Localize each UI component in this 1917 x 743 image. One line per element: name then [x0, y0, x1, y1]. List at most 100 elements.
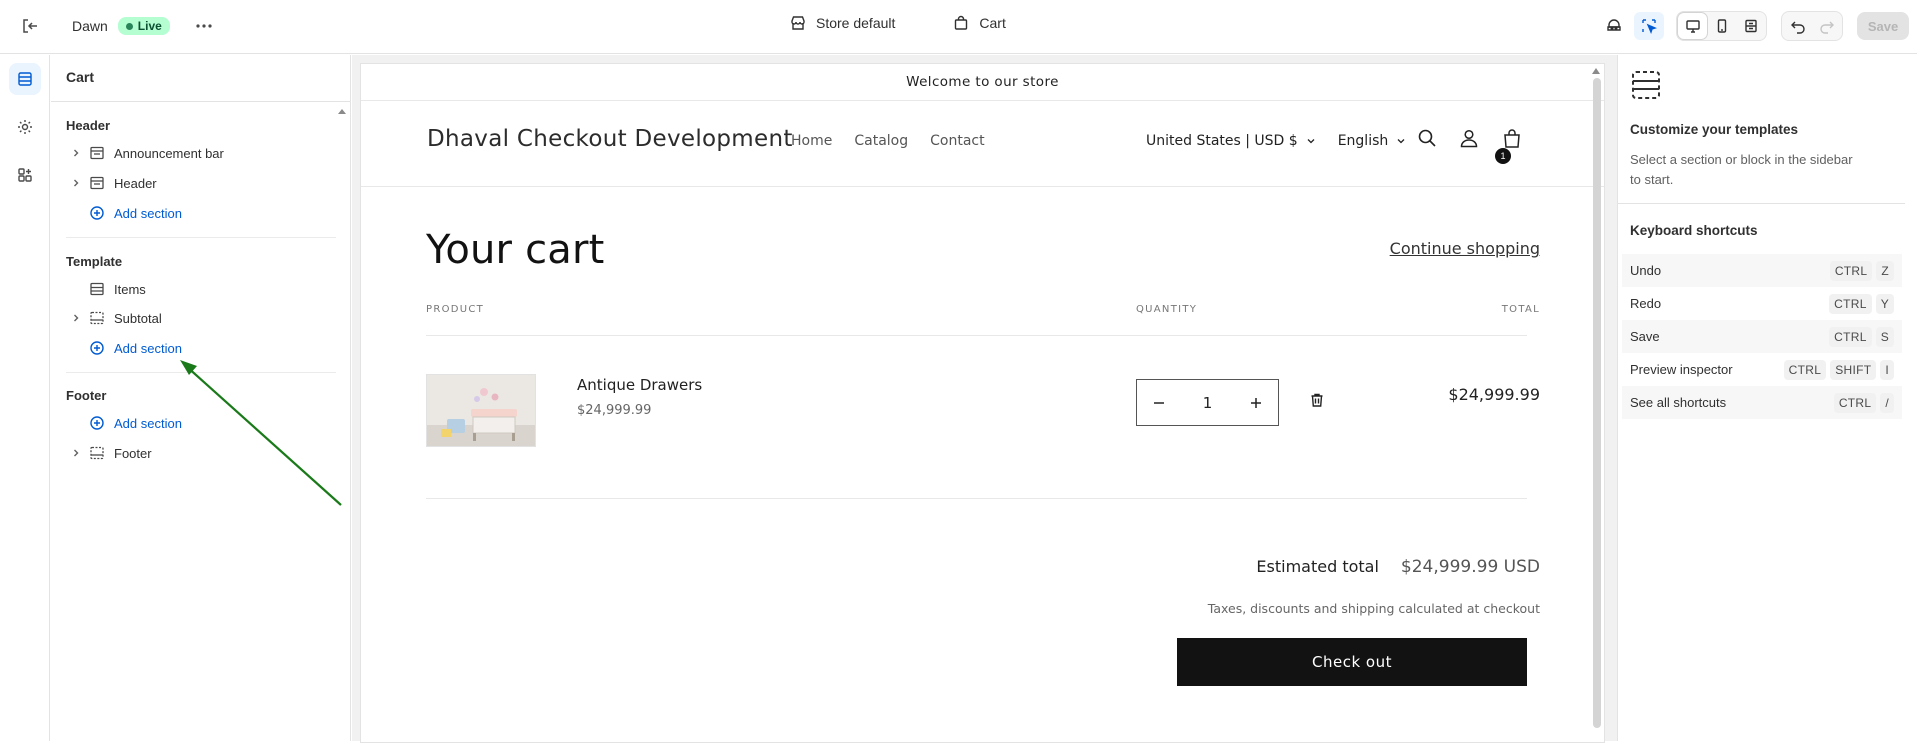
product-photo-icon	[427, 375, 535, 446]
sidebar-item-subtotal[interactable]: Subtotal	[66, 306, 336, 330]
nav-home[interactable]: Home	[791, 133, 832, 149]
shortcuts-list: Undo CTRL Z Redo CTRL Y Save CTRL S Preview…	[1622, 254, 1902, 419]
store-header[interactable]: Dhaval Checkout Development Home Catalog…	[361, 101, 1604, 187]
shortcuts-title: Keyboard shortcuts	[1630, 223, 1758, 238]
localization: United States | USD $ English	[1146, 133, 1406, 149]
divider	[51, 101, 351, 102]
mobile-icon[interactable]	[1707, 13, 1736, 39]
minus-icon[interactable]	[1153, 397, 1165, 409]
shortcut-row: Undo CTRL Z	[1622, 254, 1902, 287]
chevron-right-icon[interactable]	[66, 178, 86, 188]
key: CTRL	[1829, 293, 1872, 314]
store-logo[interactable]: Dhaval Checkout Development	[427, 126, 793, 152]
product-name[interactable]: Antique Drawers	[577, 376, 702, 394]
plus-circle-icon	[86, 340, 108, 356]
divider	[1618, 203, 1905, 204]
section-icon	[86, 175, 108, 191]
chevron-right-icon[interactable]	[66, 148, 86, 158]
live-label: Live	[137, 19, 162, 33]
key: SHIFT	[1830, 359, 1877, 380]
divider	[66, 372, 336, 373]
apps-icon[interactable]	[9, 159, 41, 191]
shortcut-row: See all shortcuts CTRL /	[1622, 386, 1902, 419]
panel-title: Customize your templates	[1630, 122, 1799, 137]
sidebar-item-announcement-bar[interactable]: Announcement bar	[66, 141, 336, 165]
key: /	[1880, 392, 1894, 413]
product-price: $24,999.99	[577, 403, 652, 418]
estimated-total: Estimated total $24,999.99 USD	[1256, 557, 1540, 577]
scroll-up-icon[interactable]	[1592, 68, 1600, 74]
more-options-icon[interactable]	[190, 12, 218, 40]
chevron-down-icon	[1307, 139, 1315, 144]
key: CTRL	[1829, 326, 1872, 347]
preview-scrollbar[interactable]	[1593, 78, 1601, 728]
chevron-right-icon[interactable]	[66, 313, 86, 323]
add-section-button[interactable]: Add section	[66, 336, 336, 360]
country-selector[interactable]: United States | USD $	[1146, 133, 1316, 149]
fullscreen-icon[interactable]	[1736, 13, 1765, 39]
shortcut-row: Save CTRL S	[1622, 320, 1902, 353]
theme-name[interactable]: Dawn	[72, 18, 108, 34]
shortcut-label: Save	[1630, 329, 1660, 344]
settings-gear-icon[interactable]	[9, 111, 41, 143]
shortcut-label: Undo	[1630, 263, 1662, 278]
add-section-label: Add section	[114, 205, 182, 221]
nav-contact[interactable]: Contact	[930, 133, 984, 149]
desktop-icon[interactable]	[1678, 13, 1707, 39]
redo-icon[interactable]	[1812, 13, 1841, 39]
inspector-cursor-icon[interactable]	[1634, 12, 1664, 40]
panel-description: Select a section or block in the sidebar…	[1630, 152, 1853, 187]
nav-catalog[interactable]: Catalog	[854, 133, 908, 149]
product-image[interactable]	[426, 374, 536, 447]
store-nav: Home Catalog Contact	[791, 133, 985, 149]
section-sidebar: Cart Header Announcement bar Header Add …	[51, 55, 351, 741]
ai-assistant-icon[interactable]	[1600, 12, 1628, 40]
key: S	[1875, 326, 1894, 347]
account-icon[interactable]	[1458, 127, 1480, 149]
store-preview-frame: Welcome to our store Dhaval Checkout Dev…	[360, 63, 1605, 743]
sidebar-item-label: Header	[114, 175, 157, 191]
quantity-value[interactable]: 1	[1203, 394, 1213, 412]
sidebar-item-label: Footer	[114, 445, 152, 461]
cart-title: Your cart	[426, 227, 605, 273]
sidebar-item-label: Items	[114, 281, 146, 297]
estimated-total-value: $24,999.99 USD	[1400, 557, 1540, 577]
preview-canvas: Welcome to our store Dhaval Checkout Dev…	[352, 55, 1617, 743]
plus-circle-icon	[86, 205, 108, 221]
divider	[66, 237, 336, 238]
plus-icon[interactable]	[1250, 397, 1262, 409]
save-button[interactable]: Save	[1857, 12, 1909, 40]
sidebar-item-footer[interactable]: Footer	[66, 441, 336, 465]
cart-icon[interactable]	[1500, 126, 1524, 150]
sidebar-item-header[interactable]: Header	[66, 171, 336, 195]
quantity-stepper[interactable]: 1	[1136, 379, 1279, 426]
announcement-bar[interactable]: Welcome to our store	[361, 64, 1604, 101]
scroll-up-icon[interactable]	[337, 107, 347, 115]
store-default-selector[interactable]: Store default	[790, 15, 895, 31]
store-header-icons	[1416, 126, 1524, 150]
exit-icon[interactable]	[16, 12, 44, 40]
tax-note: Taxes, discounts and shipping calculated…	[1207, 601, 1540, 616]
sidebar-item-items[interactable]: Items	[66, 277, 336, 301]
chevron-right-icon[interactable]	[66, 448, 86, 458]
undo-icon[interactable]	[1783, 13, 1812, 39]
add-section-button[interactable]: Add section	[66, 201, 336, 225]
viewport-toggle	[1676, 11, 1767, 41]
page-selector[interactable]: Cart	[953, 15, 1006, 31]
checkout-button[interactable]: Check out	[1177, 638, 1527, 686]
shortcut-label: See all shortcuts	[1630, 395, 1727, 410]
add-section-button[interactable]: Add section	[66, 411, 336, 435]
shortcut-row: Preview inspector CTRL SHIFT I	[1622, 353, 1902, 386]
search-icon[interactable]	[1416, 127, 1438, 149]
page-label: Cart	[979, 15, 1006, 31]
history-toggle	[1781, 11, 1843, 41]
language-selector[interactable]: English	[1338, 133, 1407, 149]
key: Z	[1876, 260, 1894, 281]
store-icon	[791, 16, 805, 30]
shortcut-label: Redo	[1630, 296, 1662, 311]
continue-shopping-link[interactable]: Continue shopping	[1390, 239, 1540, 258]
add-section-label: Add section	[114, 340, 182, 356]
editor-topbar: Dawn Live Store default Cart Save	[0, 0, 1917, 54]
sections-icon[interactable]	[9, 63, 41, 95]
trash-icon[interactable]	[1309, 392, 1325, 408]
